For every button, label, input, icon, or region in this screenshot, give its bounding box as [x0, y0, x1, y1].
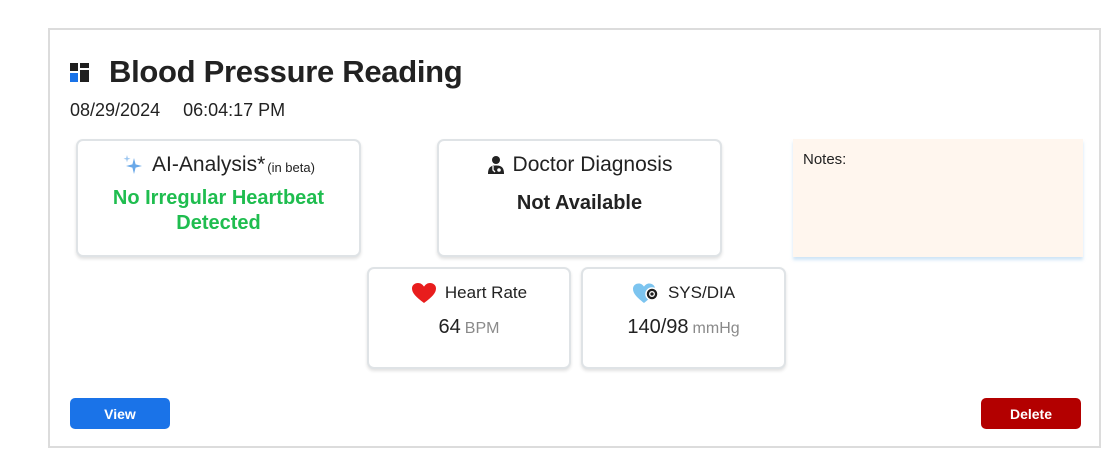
sys-dia-title: SYS/DIA	[583, 282, 784, 304]
view-button[interactable]: View	[70, 398, 170, 429]
page-title: Blood Pressure Reading	[109, 54, 463, 89]
card-header: Blood Pressure Reading 08/29/2024 06:04:…	[70, 54, 463, 121]
heart-icon	[411, 282, 437, 304]
notes-label: Notes:	[803, 151, 847, 168]
reading-time: 06:04:17 PM	[183, 100, 286, 120]
doctor-diagnosis-title: Doctor Diagnosis	[439, 153, 720, 177]
heart-rate-box: Heart Rate 64 BPM	[367, 267, 571, 369]
doctor-diagnosis-result: Not Available	[516, 192, 643, 214]
ai-analysis-title: AI-Analysis* (in beta)	[78, 153, 359, 177]
doctor-diagnosis-label: Doctor Diagnosis	[512, 153, 673, 176]
reading-datetime: 08/29/2024 06:04:17 PM	[70, 100, 462, 121]
ai-analysis-result: No Irregular Heartbeat Detected	[78, 186, 359, 236]
heart-rate-value: 64	[438, 316, 461, 338]
sys-dia-unit: mmHg	[692, 320, 740, 337]
heart-pulse-icon	[632, 282, 660, 304]
heart-rate-unit: BPM	[464, 320, 500, 337]
doctor-icon	[487, 155, 505, 175]
ai-analysis-label: AI-Analysis*	[152, 153, 266, 176]
doctor-diagnosis-box: Doctor Diagnosis Not Available	[437, 139, 722, 257]
sys-dia-value: 140/98	[627, 316, 689, 338]
reading-date: 08/29/2024	[70, 100, 161, 120]
sys-dia-box: SYS/DIA 140/98 mmHg	[581, 267, 786, 369]
sparkles-icon	[122, 154, 144, 176]
dashboard-grid-icon	[70, 62, 89, 82]
sys-dia-metric: 140/98 mmHg	[583, 316, 784, 339]
delete-button[interactable]: Delete	[981, 398, 1081, 429]
heart-rate-label: Heart Rate	[444, 283, 528, 302]
blood-pressure-card: Blood Pressure Reading 08/29/2024 06:04:…	[48, 28, 1101, 448]
heart-rate-metric: 64 BPM	[369, 316, 569, 339]
notes-box[interactable]: Notes:	[793, 139, 1083, 257]
ai-analysis-box: AI-Analysis* (in beta) No Irregular Hear…	[76, 139, 361, 257]
heart-rate-title: Heart Rate	[369, 282, 569, 304]
ai-result-line2: Detected	[176, 212, 261, 234]
ai-result-line1: No Irregular Heartbeat	[112, 187, 325, 209]
beta-tag: (in beta)	[267, 160, 315, 175]
sys-dia-label: SYS/DIA	[667, 283, 736, 302]
title-row: Blood Pressure Reading	[70, 54, 463, 90]
